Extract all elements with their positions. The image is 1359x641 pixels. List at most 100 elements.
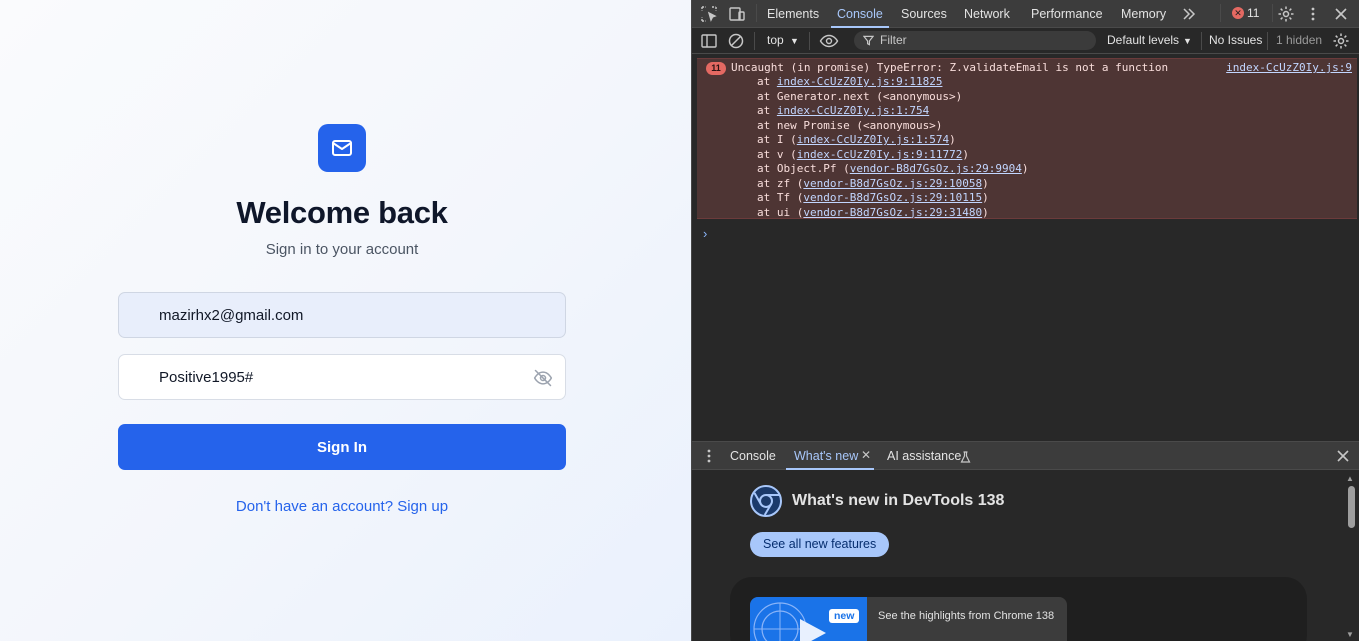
error-count-icon[interactable]: ✕ xyxy=(1232,7,1244,19)
page-title: Welcome back xyxy=(236,195,448,230)
close-devtools-icon[interactable] xyxy=(1332,5,1350,23)
mail-icon xyxy=(332,140,352,156)
stack-frame-link[interactable]: index-CcUzZ0Iy.js:1:754 xyxy=(777,104,929,117)
stack-frame-text: at Object.Pf ( xyxy=(757,162,850,175)
close-drawer-icon[interactable] xyxy=(1334,447,1352,465)
stack-frame-link[interactable]: vendor-B8d7GsOz.js:29:10115 xyxy=(803,191,982,204)
devtools-panel: Elements Console Sources Network Perform… xyxy=(691,0,1359,641)
error-text: Uncaught (in promise) TypeError: Z.valid… xyxy=(731,61,1169,74)
error-repeat-badge: 11 xyxy=(706,62,726,75)
email-value: mazirhx2@gmail.com xyxy=(159,306,304,324)
stack-frame: at Generator.next (<anonymous>) xyxy=(757,90,1029,105)
stack-frame: at v (index-CcUzZ0Iy.js:9:11772) xyxy=(757,148,1029,163)
stack-frame-text: at I ( xyxy=(757,133,797,146)
sidebar-toggle-icon[interactable] xyxy=(700,32,718,50)
error-source-link[interactable]: index-CcUzZ0Iy.js:9 xyxy=(1226,61,1352,74)
password-field[interactable]: Positive1995# xyxy=(118,354,566,400)
experiment-flask-icon xyxy=(960,451,971,463)
filter-placeholder: Filter xyxy=(880,33,907,47)
stack-frame-text: at zf ( xyxy=(757,176,804,190)
console-toolbar: top ▼ Filter Default levels ▼ No Issues … xyxy=(692,28,1359,54)
whats-new-title: What's new in DevTools 138 xyxy=(792,492,1005,509)
stack-frame-suffix: ) xyxy=(949,133,956,146)
log-levels-dropdown[interactable]: Default levels xyxy=(1107,33,1179,47)
highlights-video-link[interactable]: new See the highlights from Chrome 138 xyxy=(750,597,1067,641)
close-tab-icon[interactable]: ✕ xyxy=(861,448,871,462)
stack-frame-link[interactable]: vendor-B8d7GsOz.js:29:9904 xyxy=(850,162,1022,175)
console-prompt[interactable]: › xyxy=(703,226,707,241)
whats-new-panel: What's new in DevTools 138 See all new f… xyxy=(692,470,1359,641)
stack-trace: at index-CcUzZ0Iy.js:9:11825 at Generator… xyxy=(757,75,1029,220)
stack-frame-link[interactable]: vendor-B8d7GsOz.js:29:31480 xyxy=(803,206,982,219)
stack-frame: at new Promise (<anonymous>) xyxy=(757,119,1029,134)
stack-frame-suffix: ) xyxy=(982,191,989,204)
highlights-text: See the highlights from Chrome 138 xyxy=(878,610,1055,622)
new-badge: new xyxy=(829,609,860,623)
chrome-logo-icon xyxy=(750,485,782,517)
stack-frame: at ui (vendor-B8d7GsOz.js:29:31480) xyxy=(757,206,1029,221)
login-page: Welcome back Sign in to your account maz… xyxy=(0,0,691,641)
drawer-scrollbar-thumb[interactable] xyxy=(1348,486,1355,528)
issues-button[interactable]: No Issues xyxy=(1209,33,1262,47)
tab-memory[interactable]: Memory xyxy=(1121,0,1166,28)
tab-sources[interactable]: Sources xyxy=(901,0,947,28)
kebab-menu-icon[interactable] xyxy=(1304,5,1322,23)
stack-frame-text: at xyxy=(757,75,777,88)
stack-frame: at Tf (vendor-B8d7GsOz.js:29:10115) xyxy=(757,191,1029,206)
clear-console-icon[interactable] xyxy=(727,32,745,50)
hidden-count: 1 hidden xyxy=(1276,33,1323,47)
drawer-tab-console[interactable]: Console xyxy=(730,442,776,470)
stack-frame: at zf (vendor-B8d7GsOz.js:29:10058) xyxy=(757,177,1029,192)
levels-chevron-icon[interactable]: ▼ xyxy=(1183,36,1192,46)
drawer-tabbar: Console What's new ✕ AI assistance xyxy=(692,441,1359,470)
stack-frame-link[interactable]: index-CcUzZ0Iy.js:9:11772 xyxy=(797,148,963,161)
email-field[interactable]: mazirhx2@gmail.com xyxy=(118,292,566,338)
stack-frame-suffix: ) xyxy=(982,205,989,219)
live-expression-eye-icon[interactable] xyxy=(819,32,839,50)
stack-frame: at index-CcUzZ0Iy.js:1:754 xyxy=(757,104,1029,119)
stack-frame-text: at Generator.next (<anonymous>) xyxy=(757,89,963,103)
device-toolbar-icon[interactable] xyxy=(728,5,746,23)
more-tabs-icon[interactable] xyxy=(1180,5,1198,23)
filter-icon xyxy=(863,35,874,46)
tab-network[interactable]: Network xyxy=(964,0,1010,28)
stack-frame-link[interactable]: vendor-B8d7GsOz.js:29:10058 xyxy=(803,177,982,190)
console-settings-icon[interactable] xyxy=(1332,32,1350,50)
context-chevron-icon[interactable]: ▼ xyxy=(790,36,799,46)
stack-frame-suffix: ) xyxy=(982,176,989,190)
tab-elements[interactable]: Elements xyxy=(767,0,819,28)
stack-frame-text: at new Promise (<anonymous>) xyxy=(757,118,943,132)
see-all-features-button[interactable]: See all new features xyxy=(750,532,890,557)
drawer-menu-icon[interactable] xyxy=(700,447,718,465)
video-thumbnail: new xyxy=(750,597,867,641)
stack-frame: at Object.Pf (vendor-B8d7GsOz.js:29:9904… xyxy=(757,162,1029,177)
stack-frame-text: at v ( xyxy=(757,147,797,161)
devtools-tabbar: Elements Console Sources Network Perform… xyxy=(692,0,1359,28)
filter-input[interactable]: Filter xyxy=(854,31,1096,50)
drawer-tab-whats-new[interactable]: What's new xyxy=(785,442,875,470)
stack-frame-link[interactable]: index-CcUzZ0Iy.js:1:574 xyxy=(797,133,949,146)
stack-frame-link[interactable]: index-CcUzZ0Iy.js:9:11825 xyxy=(777,75,943,88)
stack-frame-text: at Tf ( xyxy=(757,191,804,204)
inspect-element-icon[interactable] xyxy=(700,5,718,23)
tab-console[interactable]: Console xyxy=(831,0,889,28)
tab-performance[interactable]: Performance xyxy=(1031,0,1103,28)
drawer-tab-ai-assistance[interactable]: AI assistance xyxy=(887,442,961,470)
stack-frame: at I (index-CcUzZ0Iy.js:1:574) xyxy=(757,133,1029,148)
stack-frame-text: at xyxy=(757,104,777,117)
error-count[interactable]: 11 xyxy=(1247,6,1259,20)
sign-in-button[interactable]: Sign In xyxy=(118,424,566,470)
eye-off-icon[interactable] xyxy=(533,368,553,388)
settings-gear-icon[interactable] xyxy=(1277,5,1295,23)
sign-up-link[interactable]: Don't have an account? Sign up xyxy=(0,498,684,515)
stack-frame-suffix: ) xyxy=(962,147,969,161)
console-error-message[interactable]: 11 Uncaught (in promise) TypeError: Z.va… xyxy=(697,58,1357,219)
context-selector[interactable]: top xyxy=(767,33,784,47)
password-value: Positive1995# xyxy=(159,368,254,386)
highlights-card: new See the highlights from Chrome 138 xyxy=(730,577,1307,641)
page-subtitle: Sign in to your account xyxy=(265,241,419,258)
stack-frame-text: at ui ( xyxy=(757,205,804,219)
stack-frame: at index-CcUzZ0Iy.js:9:11825 xyxy=(757,75,1029,90)
mail-logo xyxy=(318,124,366,172)
stack-frame-suffix: ) xyxy=(1021,162,1029,175)
